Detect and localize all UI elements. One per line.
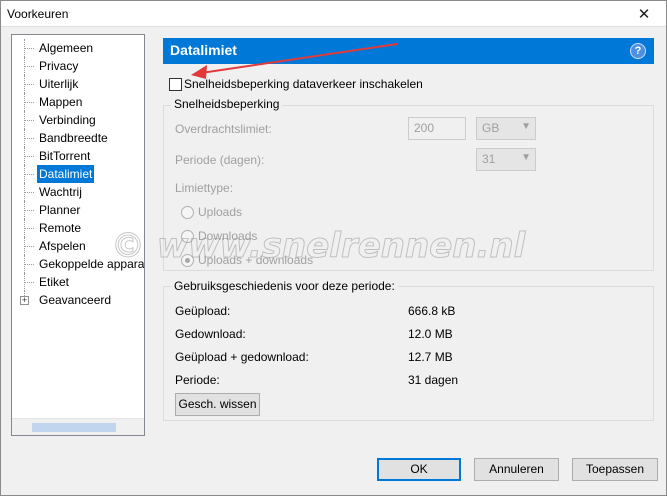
sidebar-item-planner[interactable]: Planner <box>12 201 144 219</box>
sidebar-item-verbinding[interactable]: Verbinding <box>12 111 144 129</box>
total-label: Geüpload + gedownload: <box>175 350 309 364</box>
tree-connector <box>24 282 34 283</box>
period-used-label: Periode: <box>175 373 220 387</box>
limit-type-label: Limiettype: <box>175 181 234 195</box>
period-label: Periode (dagen): <box>175 153 265 167</box>
sidebar-item-label: Algemeen <box>39 41 94 55</box>
tree-connector <box>24 246 34 247</box>
sidebar-item-etiket[interactable]: Etiket <box>12 273 144 291</box>
tree-connector <box>24 264 34 265</box>
sidebar-item-bandbreedte[interactable]: Bandbreedte <box>12 129 144 147</box>
horizontal-scrollbar[interactable] <box>12 418 144 435</box>
downloaded-label: Gedownload: <box>175 327 246 341</box>
sidebar-item-label: Afspelen <box>39 239 86 253</box>
sidebar-item-label: Mappen <box>39 95 83 109</box>
sidebar-item-label: Etiket <box>39 275 70 289</box>
transfer-limit-input[interactable]: 200 <box>408 117 466 140</box>
uploaded-value: 666.8 kB <box>408 304 456 318</box>
window-title: Voorkeuren <box>7 7 69 21</box>
clear-history-button[interactable]: Gesch. wissen <box>175 393 260 416</box>
chevron-down-icon: ▼ <box>521 152 531 163</box>
ok-button[interactable]: OK <box>377 458 461 481</box>
enable-limit-label[interactable]: Snelheidsbeperking dataverkeer inschakel… <box>184 77 423 91</box>
transfer-unit-select[interactable]: GB ▼ <box>476 117 536 140</box>
speed-limit-legend: Snelheidsbeperking <box>171 97 283 111</box>
transfer-limit-label: Overdrachtslimiet: <box>175 122 272 136</box>
tree-connector <box>24 120 34 121</box>
period-value: 31 <box>482 152 496 166</box>
tree-connector <box>24 156 34 157</box>
usage-legend: Gebruiksgeschiedenis voor deze periode: <box>171 279 398 293</box>
sidebar-item-privacy[interactable]: Privacy <box>12 57 144 75</box>
tree-connector <box>24 174 34 175</box>
sidebar-item-bittorrent[interactable]: BitTorrent <box>12 147 144 165</box>
sidebar-item-label: Planner <box>39 203 81 217</box>
tree-connector <box>24 84 34 85</box>
chevron-down-icon: ▼ <box>521 121 531 132</box>
panel-header: Datalimiet ? <box>163 38 654 64</box>
expand-icon[interactable]: + <box>20 296 29 305</box>
sidebar-item-label: Bandbreedte <box>39 131 108 145</box>
tree-connector <box>24 48 34 49</box>
sidebar-item-mappen[interactable]: Mappen <box>12 93 144 111</box>
downloaded-value: 12.0 MB <box>408 327 453 341</box>
radio-uploads-downloads-label: Uploads + downloads <box>198 253 314 267</box>
sidebar-item-label: Privacy <box>39 59 79 73</box>
uploaded-label: Geüpload: <box>175 304 231 318</box>
scrollbar-thumb[interactable] <box>32 423 116 432</box>
apply-button[interactable]: Toepassen <box>572 458 658 481</box>
sidebar-item-gekoppelde-apparaten[interactable]: Gekoppelde apparat <box>12 255 144 273</box>
help-icon[interactable]: ? <box>630 43 646 59</box>
sidebar-item-label: Geavanceerd <box>39 293 112 307</box>
sidebar-item-label: Uiterlijk <box>39 77 79 91</box>
close-icon[interactable]: ✕ <box>622 1 666 27</box>
category-tree: Algemeen Privacy Uiterlijk Mappen Verbinding… <box>11 34 145 436</box>
tree-connector <box>24 102 34 103</box>
preferences-window: Voorkeuren ✕ Algemeen Privacy Uiterlijk Map… <box>0 0 667 496</box>
period-used-value: 31 dagen <box>408 373 459 387</box>
sidebar-item-geavanceerd[interactable]: + Geavanceerd <box>12 291 144 309</box>
transfer-unit-value: GB <box>482 121 500 135</box>
radio-uploads-downloads-button[interactable] <box>181 254 194 267</box>
enable-limit-checkbox[interactable] <box>169 78 182 91</box>
sidebar-item-label: Remote <box>39 221 82 235</box>
tree-connector <box>24 138 34 139</box>
sidebar-item-remote[interactable]: Remote <box>12 219 144 237</box>
sidebar-item-label: Verbinding <box>39 113 96 127</box>
radio-uploads-label: Uploads <box>198 205 243 219</box>
panel-title: Datalimiet <box>170 42 237 58</box>
tree-connector <box>24 66 34 67</box>
sidebar-item-algemeen[interactable]: Algemeen <box>12 39 144 57</box>
sidebar-item-label: BitTorrent <box>39 149 91 163</box>
tree-connector <box>24 228 34 229</box>
radio-downloads-label: Downloads <box>198 229 258 243</box>
sidebar-item-afspelen[interactable]: Afspelen <box>12 237 144 255</box>
tree-connector <box>24 192 34 193</box>
title-bar: Voorkeuren ✕ <box>1 1 666 27</box>
tree-connector <box>24 210 34 211</box>
sidebar-item-label: Wachtrij <box>39 185 82 199</box>
sidebar-item-uiterlijk[interactable]: Uiterlijk <box>12 75 144 93</box>
sidebar-item-datalimiet[interactable]: Datalimiet <box>12 165 144 183</box>
sidebar-item-wachtrij[interactable]: Wachtrij <box>12 183 144 201</box>
radio-uploads-button[interactable] <box>181 206 194 219</box>
period-select[interactable]: 31 ▼ <box>476 148 536 171</box>
sidebar-item-label: Gekoppelde apparat <box>39 257 144 271</box>
radio-downloads-button[interactable] <box>181 230 194 243</box>
sidebar-item-label: Datalimiet <box>37 165 95 183</box>
cancel-button[interactable]: Annuleren <box>474 458 559 481</box>
total-value: 12.7 MB <box>408 350 453 364</box>
